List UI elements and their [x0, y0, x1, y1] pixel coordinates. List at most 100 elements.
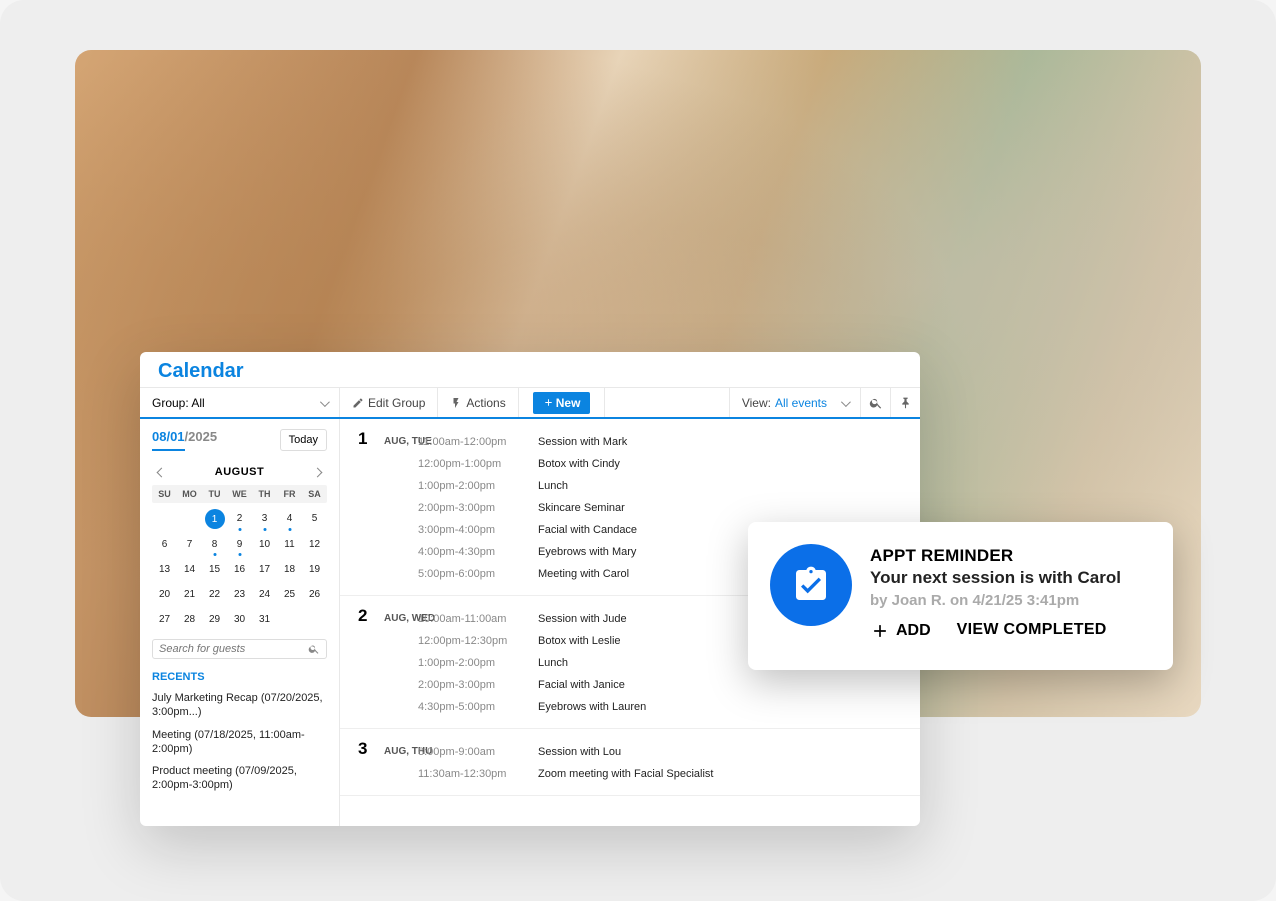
- calendar-day[interactable]: 28: [177, 610, 202, 629]
- calendar-day[interactable]: 26: [302, 585, 327, 604]
- event-title: Session with Lou: [538, 746, 621, 758]
- calendar-day[interactable]: 16: [227, 560, 252, 579]
- reminder-card: APPT REMINDER Your next session is with …: [748, 522, 1173, 670]
- calendar-day[interactable]: 20: [152, 585, 177, 604]
- calendar-day[interactable]: 11: [277, 535, 302, 554]
- event-row[interactable]: 11:30am-12:30pmZoom meeting with Facial …: [340, 763, 920, 785]
- calendar-day[interactable]: 31: [252, 610, 277, 629]
- event-title: Session with Jude: [538, 613, 627, 625]
- mini-calendar-grid: ..12345678910111213141516171819202122232…: [152, 509, 327, 629]
- event-row[interactable]: 11:00am-12:00pmSession with Mark: [340, 431, 920, 453]
- event-row[interactable]: 2:00pm-3:00pmFacial with Janice: [340, 674, 920, 696]
- reminder-add-button[interactable]: ADD: [870, 621, 931, 641]
- event-time: 12:00pm-12:30pm: [418, 635, 538, 647]
- calendar-day[interactable]: 4: [277, 509, 302, 529]
- calendar-day[interactable]: 17: [252, 560, 277, 579]
- recent-item[interactable]: Product meeting (07/09/2025, 2:00pm-3:00…: [152, 764, 327, 793]
- calendar-day[interactable]: 21: [177, 585, 202, 604]
- today-button[interactable]: Today: [280, 429, 327, 451]
- calendar-day[interactable]: 9: [227, 535, 252, 554]
- recent-item[interactable]: Meeting (07/18/2025, 11:00am-2:00pm): [152, 728, 327, 757]
- edit-group-button[interactable]: Edit Group: [340, 388, 438, 417]
- calendar-day[interactable]: 14: [177, 560, 202, 579]
- calendar-sidebar: 08/01/2025 Today AUGUST SU MO TU WE TH F…: [140, 419, 340, 826]
- view-label: View:: [742, 396, 771, 410]
- actions-button[interactable]: Actions: [438, 388, 518, 417]
- calendar-day[interactable]: 15: [202, 560, 227, 579]
- calendar-day[interactable]: 8: [202, 535, 227, 554]
- pencil-icon: [352, 397, 364, 409]
- event-title: Zoom meeting with Facial Specialist: [538, 768, 713, 780]
- group-selector-label: Group: All: [152, 396, 205, 410]
- event-time: 12:00pm-1:00pm: [418, 458, 538, 470]
- event-time: 10:00am-11:00am: [418, 613, 538, 625]
- calendar-day[interactable]: 29: [202, 610, 227, 629]
- calendar-day[interactable]: 25: [277, 585, 302, 604]
- reminder-add-label: ADD: [896, 622, 931, 640]
- event-row[interactable]: 8:00pm-9:00amSession with Lou: [340, 741, 920, 763]
- event-time: 11:30am-12:30pm: [418, 768, 538, 780]
- reminder-title: APPT REMINDER: [870, 546, 1151, 566]
- event-row[interactable]: 4:30pm-5:00pmEyebrows with Lauren: [340, 696, 920, 718]
- reminder-view-completed-button[interactable]: VIEW COMPLETED: [957, 621, 1107, 641]
- calendar-day[interactable]: 5: [302, 509, 327, 529]
- calendar-day[interactable]: 6: [152, 535, 177, 554]
- event-time: 2:00pm-3:00pm: [418, 502, 538, 514]
- event-time: 11:00am-12:00pm: [418, 436, 538, 448]
- next-month-button[interactable]: [309, 465, 327, 479]
- calendar-day[interactable]: 19: [302, 560, 327, 579]
- event-row[interactable]: 12:00pm-1:00pmBotox with Cindy: [340, 453, 920, 475]
- event-title: Lunch: [538, 480, 568, 492]
- event-title: Lunch: [538, 657, 568, 669]
- selected-date: 08/01/2025: [152, 429, 217, 451]
- calendar-day[interactable]: 1: [205, 509, 225, 529]
- event-title: Facial with Janice: [538, 679, 625, 691]
- event-time: 8:00pm-9:00am: [418, 746, 538, 758]
- view-selector[interactable]: View: All events: [729, 388, 860, 417]
- day-number: 1: [358, 429, 380, 449]
- event-time: 1:00pm-2:00pm: [418, 657, 538, 669]
- event-time: 1:00pm-2:00pm: [418, 480, 538, 492]
- pin-icon: [899, 396, 912, 409]
- calendar-toolbar: Group: All Edit Group Actions New View: …: [140, 387, 920, 419]
- day-number: 3: [358, 739, 380, 759]
- calendar-day[interactable]: 10: [252, 535, 277, 554]
- day-number: 2: [358, 606, 380, 626]
- event-title: Eyebrows with Lauren: [538, 701, 646, 713]
- event-title: Facial with Candace: [538, 524, 637, 536]
- calendar-day[interactable]: 12: [302, 535, 327, 554]
- event-row[interactable]: 2:00pm-3:00pmSkincare Seminar: [340, 497, 920, 519]
- calendar-day[interactable]: 2: [227, 509, 252, 529]
- month-label: AUGUST: [215, 466, 264, 478]
- calendar-day[interactable]: 22: [202, 585, 227, 604]
- event-title: Meeting with Carol: [538, 568, 629, 580]
- calendar-day[interactable]: 24: [252, 585, 277, 604]
- calendar-day[interactable]: 18: [277, 560, 302, 579]
- prev-month-button[interactable]: [152, 465, 170, 479]
- calendar-title: Calendar: [158, 360, 902, 383]
- chevron-down-icon: [320, 396, 327, 410]
- calendar-day[interactable]: 27: [152, 610, 177, 629]
- calendar-day[interactable]: 7: [177, 535, 202, 554]
- event-title: Session with Mark: [538, 436, 627, 448]
- edit-group-label: Edit Group: [368, 396, 425, 410]
- group-selector[interactable]: Group: All: [140, 388, 340, 417]
- event-row[interactable]: 1:00pm-2:00pmLunch: [340, 475, 920, 497]
- event-time: 4:30pm-5:00pm: [418, 701, 538, 713]
- guest-search[interactable]: [152, 639, 327, 659]
- chevron-left-icon: [158, 465, 165, 479]
- event-title: Eyebrows with Mary: [538, 546, 636, 558]
- event-title: Skincare Seminar: [538, 502, 625, 514]
- calendar-day[interactable]: 30: [227, 610, 252, 629]
- calendar-day[interactable]: 13: [152, 560, 177, 579]
- calendar-day[interactable]: 23: [227, 585, 252, 604]
- pin-button[interactable]: [890, 388, 920, 417]
- event-title: Botox with Cindy: [538, 458, 620, 470]
- event-time: 5:00pm-6:00pm: [418, 568, 538, 580]
- calendar-day[interactable]: 3: [252, 509, 277, 529]
- recent-item[interactable]: July Marketing Recap (07/20/2025, 3:00pm…: [152, 691, 327, 720]
- search-button[interactable]: [860, 388, 890, 417]
- chevron-down-icon: [841, 396, 848, 410]
- new-button[interactable]: New: [533, 392, 591, 414]
- guest-search-input[interactable]: [159, 643, 308, 655]
